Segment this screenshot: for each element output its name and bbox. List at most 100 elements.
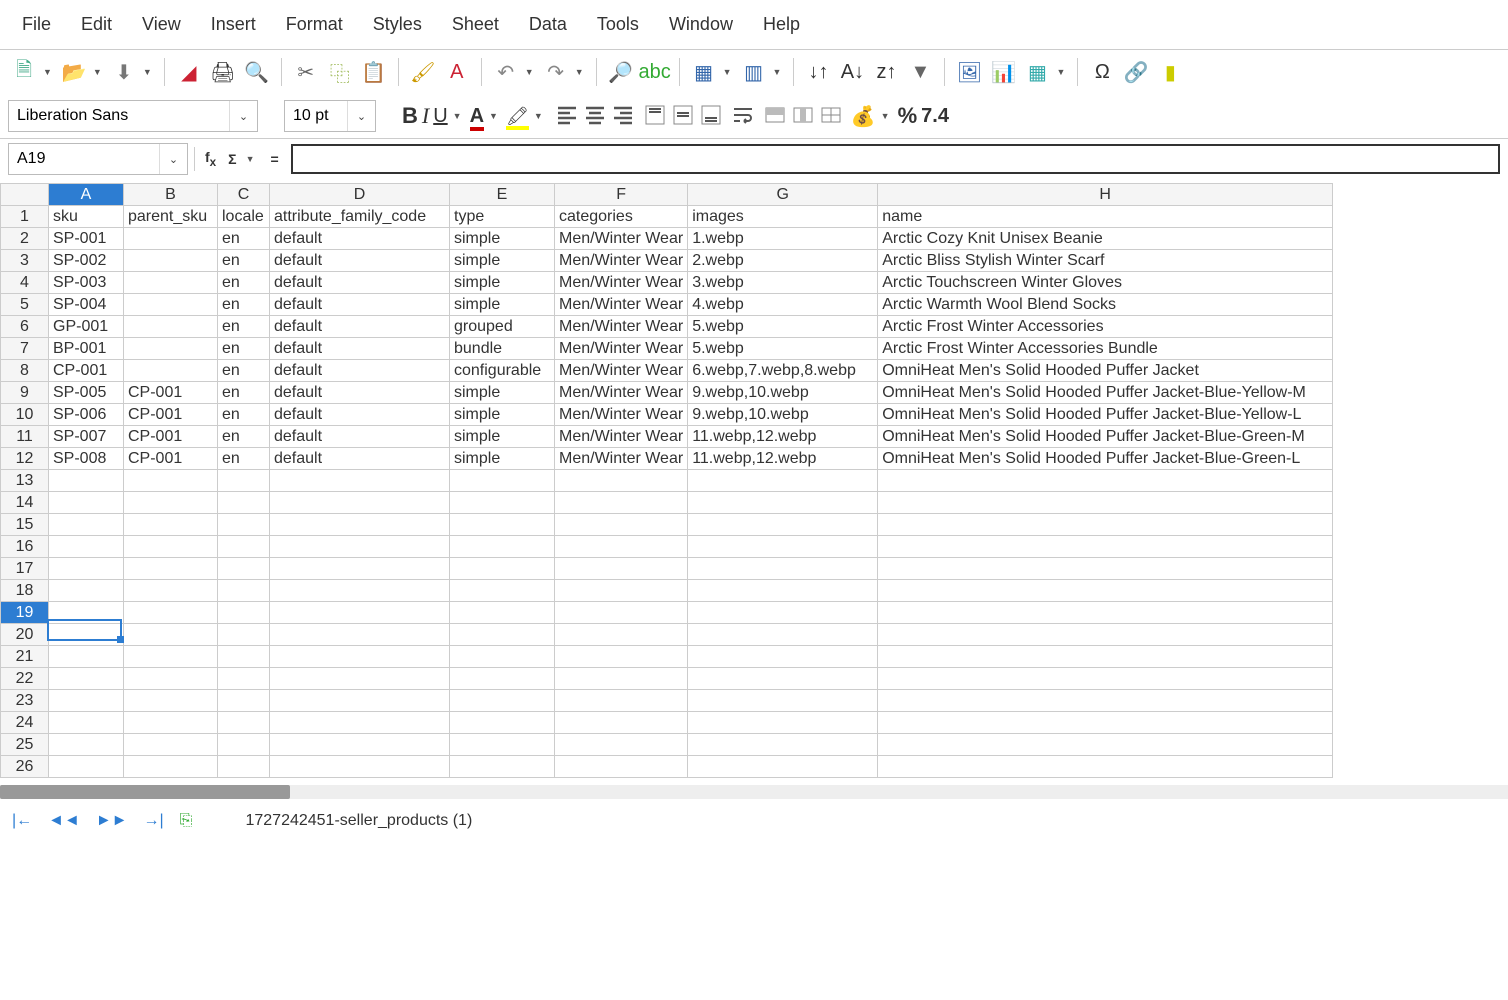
sheet-tab[interactable]: 1727242451-seller_products (1)	[232, 807, 485, 835]
cell-G1[interactable]: images	[688, 206, 878, 228]
cell-D14[interactable]	[270, 492, 450, 514]
cell-E18[interactable]	[450, 580, 555, 602]
cell-F18[interactable]	[555, 580, 688, 602]
cell-D19[interactable]	[270, 602, 450, 624]
cell-B7[interactable]	[124, 338, 218, 360]
cell-C8[interactable]: en	[218, 360, 270, 382]
autofilter-icon[interactable]: ▼	[904, 56, 936, 88]
cell-A11[interactable]: SP-007	[49, 426, 124, 448]
cell-F2[interactable]: Men/Winter Wear	[555, 228, 688, 250]
cell-H4[interactable]: Arctic Touchscreen Winter Gloves	[878, 272, 1333, 294]
paste-icon[interactable]: 📋	[358, 56, 390, 88]
row-header-19[interactable]: 19	[1, 602, 49, 624]
cell-G25[interactable]	[688, 734, 878, 756]
cell-H23[interactable]	[878, 690, 1333, 712]
cell-H2[interactable]: Arctic Cozy Knit Unisex Beanie	[878, 228, 1333, 250]
cut-icon[interactable]: ✂	[290, 56, 322, 88]
col-header-G[interactable]: G	[688, 184, 878, 206]
cell-A16[interactable]	[49, 536, 124, 558]
row-header-9[interactable]: 9	[1, 382, 49, 404]
cell-D20[interactable]	[270, 624, 450, 646]
cell-E11[interactable]: simple	[450, 426, 555, 448]
equals-icon[interactable]: =	[264, 151, 284, 167]
cell-C3[interactable]: en	[218, 250, 270, 272]
row-header-1[interactable]: 1	[1, 206, 49, 228]
cell-C15[interactable]	[218, 514, 270, 536]
menu-edit[interactable]: Edit	[67, 10, 126, 39]
row-header-5[interactable]: 5	[1, 294, 49, 316]
menu-data[interactable]: Data	[515, 10, 581, 39]
cell-H1[interactable]: name	[878, 206, 1333, 228]
cell-E20[interactable]	[450, 624, 555, 646]
cell-D2[interactable]: default	[270, 228, 450, 250]
cell-A20[interactable]	[49, 624, 124, 646]
cell-F1[interactable]: categories	[555, 206, 688, 228]
font-color-dropdown-icon[interactable]: ▼	[489, 111, 498, 121]
bold-button[interactable]: B	[402, 103, 418, 129]
col-header-H[interactable]: H	[878, 184, 1333, 206]
cell-D11[interactable]: default	[270, 426, 450, 448]
cell-E13[interactable]	[450, 470, 555, 492]
save-icon[interactable]: ⬇	[108, 56, 140, 88]
cell-E10[interactable]: simple	[450, 404, 555, 426]
row-header-8[interactable]: 8	[1, 360, 49, 382]
menu-help[interactable]: Help	[749, 10, 814, 39]
cell-E22[interactable]	[450, 668, 555, 690]
cell-B8[interactable]	[124, 360, 218, 382]
cell-H8[interactable]: OmniHeat Men's Solid Hooded Puffer Jacke…	[878, 360, 1333, 382]
cell-E16[interactable]	[450, 536, 555, 558]
cell-F9[interactable]: Men/Winter Wear	[555, 382, 688, 404]
cell-F13[interactable]	[555, 470, 688, 492]
percent-button[interactable]: %	[898, 103, 918, 129]
cell-C13[interactable]	[218, 470, 270, 492]
cell-C1[interactable]: locale	[218, 206, 270, 228]
formula-input[interactable]	[291, 144, 1500, 174]
cell-F7[interactable]: Men/Winter Wear	[555, 338, 688, 360]
cell-E25[interactable]	[450, 734, 555, 756]
cell-reference-input[interactable]	[9, 144, 159, 174]
menu-styles[interactable]: Styles	[359, 10, 436, 39]
cell-H16[interactable]	[878, 536, 1333, 558]
valign-mid-button[interactable]	[671, 103, 695, 130]
pivot-dropdown-icon[interactable]: ▼	[1056, 67, 1065, 77]
cell-F5[interactable]: Men/Winter Wear	[555, 294, 688, 316]
cell-C2[interactable]: en	[218, 228, 270, 250]
cell-G23[interactable]	[688, 690, 878, 712]
row-header-10[interactable]: 10	[1, 404, 49, 426]
cell-H10[interactable]: OmniHeat Men's Solid Hooded Puffer Jacke…	[878, 404, 1333, 426]
font-name-caret-icon[interactable]: ⌄	[229, 101, 257, 131]
row-header-4[interactable]: 4	[1, 272, 49, 294]
cell-G15[interactable]	[688, 514, 878, 536]
menu-insert[interactable]: Insert	[197, 10, 270, 39]
cell-D16[interactable]	[270, 536, 450, 558]
pivot-icon[interactable]: ▦	[1021, 56, 1053, 88]
row-header-23[interactable]: 23	[1, 690, 49, 712]
prev-sheet-button[interactable]: ◄◄	[44, 812, 84, 830]
cell-E2[interactable]: simple	[450, 228, 555, 250]
row-header-16[interactable]: 16	[1, 536, 49, 558]
cell-C7[interactable]: en	[218, 338, 270, 360]
redo-dropdown-icon[interactable]: ▼	[575, 67, 584, 77]
cell-D23[interactable]	[270, 690, 450, 712]
cell-H7[interactable]: Arctic Frost Winter Accessories Bundle	[878, 338, 1333, 360]
font-color-button[interactable]: A	[470, 105, 484, 128]
row-header-22[interactable]: 22	[1, 668, 49, 690]
cell-D25[interactable]	[270, 734, 450, 756]
cell-E4[interactable]: simple	[450, 272, 555, 294]
cell-F19[interactable]	[555, 602, 688, 624]
cell-ref-caret-icon[interactable]: ⌄	[159, 144, 187, 174]
cell-H13[interactable]	[878, 470, 1333, 492]
cell-F10[interactable]: Men/Winter Wear	[555, 404, 688, 426]
cell-H20[interactable]	[878, 624, 1333, 646]
cell-B1[interactable]: parent_sku	[124, 206, 218, 228]
cell-G5[interactable]: 4.webp	[688, 294, 878, 316]
cell-A13[interactable]	[49, 470, 124, 492]
cell-D26[interactable]	[270, 756, 450, 778]
row-header-17[interactable]: 17	[1, 558, 49, 580]
cell-A8[interactable]: CP-001	[49, 360, 124, 382]
menu-view[interactable]: View	[128, 10, 195, 39]
cell-D1[interactable]: attribute_family_code	[270, 206, 450, 228]
cell-C12[interactable]: en	[218, 448, 270, 470]
cell-G18[interactable]	[688, 580, 878, 602]
cell-F16[interactable]	[555, 536, 688, 558]
